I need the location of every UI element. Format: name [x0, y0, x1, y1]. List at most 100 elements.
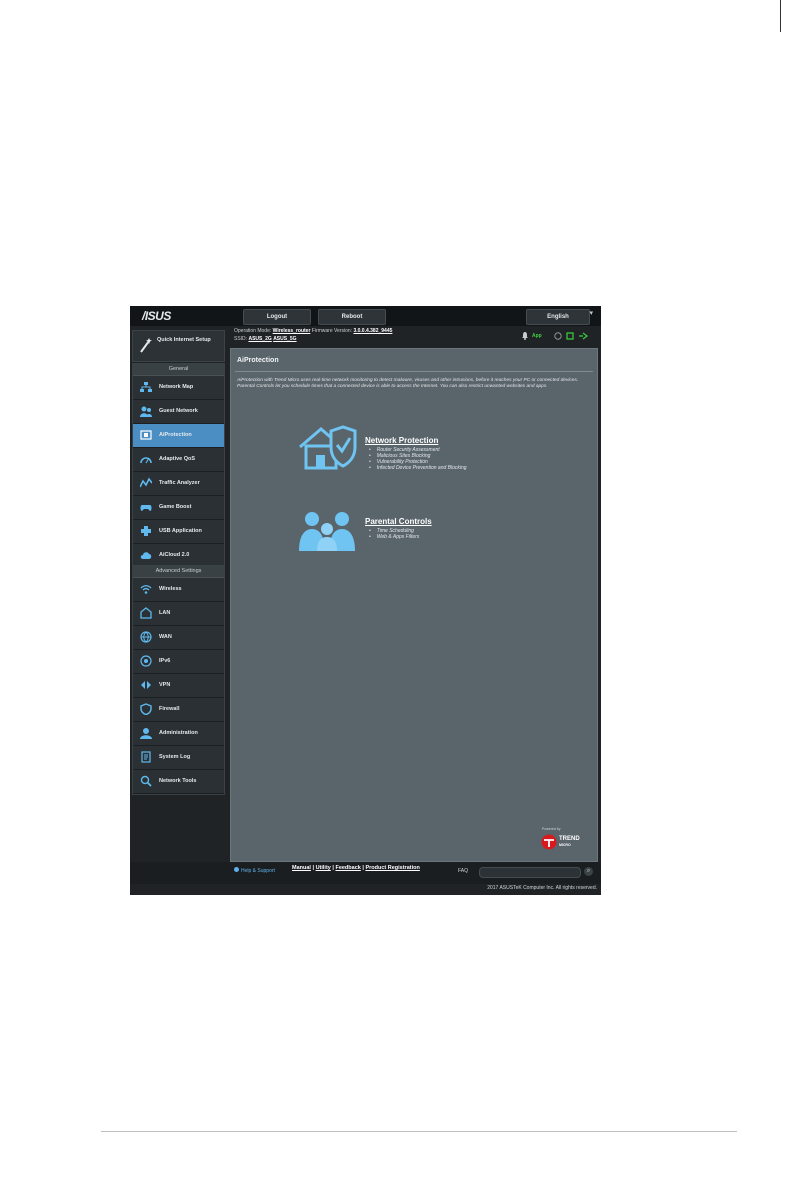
quick-internet-setup[interactable]: Quick Internet Setup [132, 330, 225, 362]
page-edge-line [780, 0, 781, 32]
vpn-icon [141, 681, 151, 689]
help-icon [234, 867, 239, 872]
network-protection-link[interactable]: Network Protection [365, 436, 438, 445]
help-support[interactable]: Help & Support [234, 867, 275, 874]
copyright: 2017 ASUSTeK Computer Inc. All rights re… [487, 885, 597, 891]
chevron-down-icon: ▾ [589, 310, 593, 317]
op-mode-link[interactable]: Wireless_router [273, 328, 311, 334]
guest-network-icon [140, 406, 152, 417]
sidebar-item-label: Firewall [159, 706, 180, 712]
powered-by-label: Powered by [542, 827, 561, 831]
general-header: General [133, 364, 224, 376]
language-select[interactable]: English [526, 309, 590, 325]
list-item: Web & Apps Filters [369, 534, 420, 540]
product-registration-link[interactable]: Product Registration [365, 865, 419, 871]
game-boost-icon [140, 505, 152, 511]
router-admin-screenshot: /ISUS Logout Reboot English ▾ Quick Inte… [130, 306, 601, 895]
firmware-label: Firmware Version: [311, 328, 353, 334]
trend-micro-icon [541, 834, 557, 850]
ssid-label: SSID: [234, 336, 248, 342]
network-map-icon [140, 382, 152, 392]
feedback-link[interactable]: Feedback [335, 865, 360, 871]
wireless-icon [140, 585, 152, 594]
search-icon[interactable]: ⌕ [584, 867, 593, 876]
general-menu: General Network Map Guest Network AiProtec… [132, 363, 225, 569]
faq-label: FAQ [458, 868, 469, 874]
network-tools-icon [140, 775, 152, 787]
parental-controls-link[interactable]: Parental Controls [365, 517, 432, 526]
help-support-label: Help & Support [241, 868, 275, 874]
firewall-icon [140, 703, 152, 715]
sidebar-item-aiprotection[interactable]: AiProtection [133, 424, 224, 448]
sidebar-item-firewall[interactable]: Firewall [133, 698, 224, 722]
trend-word-line1: TREND [559, 836, 580, 842]
trend-micro-wordmark: TREND MICRO [559, 836, 580, 848]
aiprotection-description: AiProtection with Trend Micro uses real-… [237, 378, 579, 389]
bell-icon[interactable] [522, 332, 528, 340]
ssid-2g-link[interactable]: ASUS_2G [248, 336, 271, 342]
wan-icon [140, 631, 152, 643]
top-bar: /ISUS Logout Reboot English ▾ [130, 306, 601, 326]
trend-micro-logo: Powered by TREND MICRO [534, 827, 594, 857]
sidebar-item-label: USB Application [159, 528, 202, 534]
advanced-settings-menu: Advanced Settings Wireless LAN WAN IPv6 VPN F… [132, 565, 225, 795]
sidebar-item-label: Guest Network [159, 408, 198, 414]
internet-status-icon[interactable] [578, 332, 588, 340]
sidebar-item-ipv6[interactable]: IPv6 [133, 650, 224, 674]
sidebar-item-traffic-analyzer[interactable]: Traffic Analyzer [133, 472, 224, 496]
reboot-button[interactable]: Reboot [318, 309, 386, 325]
list-item: Infected Device Prevention and Blocking [369, 465, 467, 471]
sidebar-item-administration[interactable]: Administration [133, 722, 224, 746]
sidebar-item-label: IPv6 [159, 658, 171, 664]
house-shield-icon[interactable] [297, 425, 359, 471]
sidebar-item-wireless[interactable]: Wireless [133, 578, 224, 602]
sidebar-item-label: WAN [159, 634, 172, 640]
asus-logo: /ISUS [142, 309, 171, 323]
aicloud-icon [140, 552, 152, 559]
usb-status-icon[interactable] [554, 332, 562, 340]
logout-button[interactable]: Logout [243, 309, 311, 325]
footer-links: Manual | Utility | Feedback | Product Re… [292, 865, 420, 871]
utility-link[interactable]: Utility [316, 865, 331, 871]
sidebar-item-wan[interactable]: WAN [133, 626, 224, 650]
firmware-link[interactable]: 3.0.0.4.382_9445 [353, 328, 392, 334]
wifi-status-icon[interactable] [566, 332, 574, 340]
aiprotection-panel: AiProtection AiProtection with Trend Mic… [230, 348, 598, 862]
sidebar-item-label: Network Tools [159, 778, 197, 784]
sidebar-item-lan[interactable]: LAN [133, 602, 224, 626]
manual-link[interactable]: Manual [292, 865, 311, 871]
sidebar-item-label: VPN [159, 682, 171, 688]
qis-label: Quick Internet Setup [157, 337, 211, 343]
parental-controls-features: Time Scheduling Web & Apps Filters [369, 528, 420, 540]
sidebar-item-qos[interactable]: Adaptive QoS [133, 448, 224, 472]
sidebar-item-network-map[interactable]: Network Map [133, 376, 224, 400]
network-protection-features: Router Security Assessment Malicious Sit… [369, 447, 467, 471]
sidebar-item-label: System Log [159, 754, 191, 760]
divider [235, 371, 593, 372]
advanced-header: Advanced Settings [133, 566, 224, 578]
administration-icon [140, 728, 152, 739]
sidebar-item-label: LAN [159, 610, 171, 616]
sidebar-item-network-tools[interactable]: Network Tools [133, 770, 224, 794]
sidebar-item-label: AiProtection [159, 432, 192, 438]
footer: Help & Support Manual | Utility | Feedba… [130, 862, 601, 884]
sidebar-item-vpn[interactable]: VPN [133, 674, 224, 698]
page-title: AiProtection [237, 357, 279, 364]
op-mode-label: Operation Mode: [234, 328, 272, 334]
ssid-5g-link[interactable]: ASUS_5G [273, 336, 296, 342]
family-icon[interactable] [297, 507, 359, 553]
sidebar-item-usb-application[interactable]: USB Application [133, 520, 224, 544]
system-log-icon [141, 751, 151, 763]
lan-icon [140, 607, 152, 619]
sidebar-item-label: Game Boost [159, 504, 192, 510]
sidebar-item-game-boost[interactable]: Game Boost [133, 496, 224, 520]
usb-application-icon [141, 526, 151, 536]
app-link[interactable]: App [532, 333, 542, 339]
ipv6-icon [140, 655, 152, 667]
sidebar-item-label: Traffic Analyzer [159, 480, 200, 486]
sidebar-item-label: Wireless [159, 586, 182, 592]
sidebar-item-system-log[interactable]: System Log [133, 746, 224, 770]
sidebar-item-guest-network[interactable]: Guest Network [133, 400, 224, 424]
faq-search-input[interactable] [479, 867, 581, 878]
magic-wand-icon [140, 338, 152, 353]
